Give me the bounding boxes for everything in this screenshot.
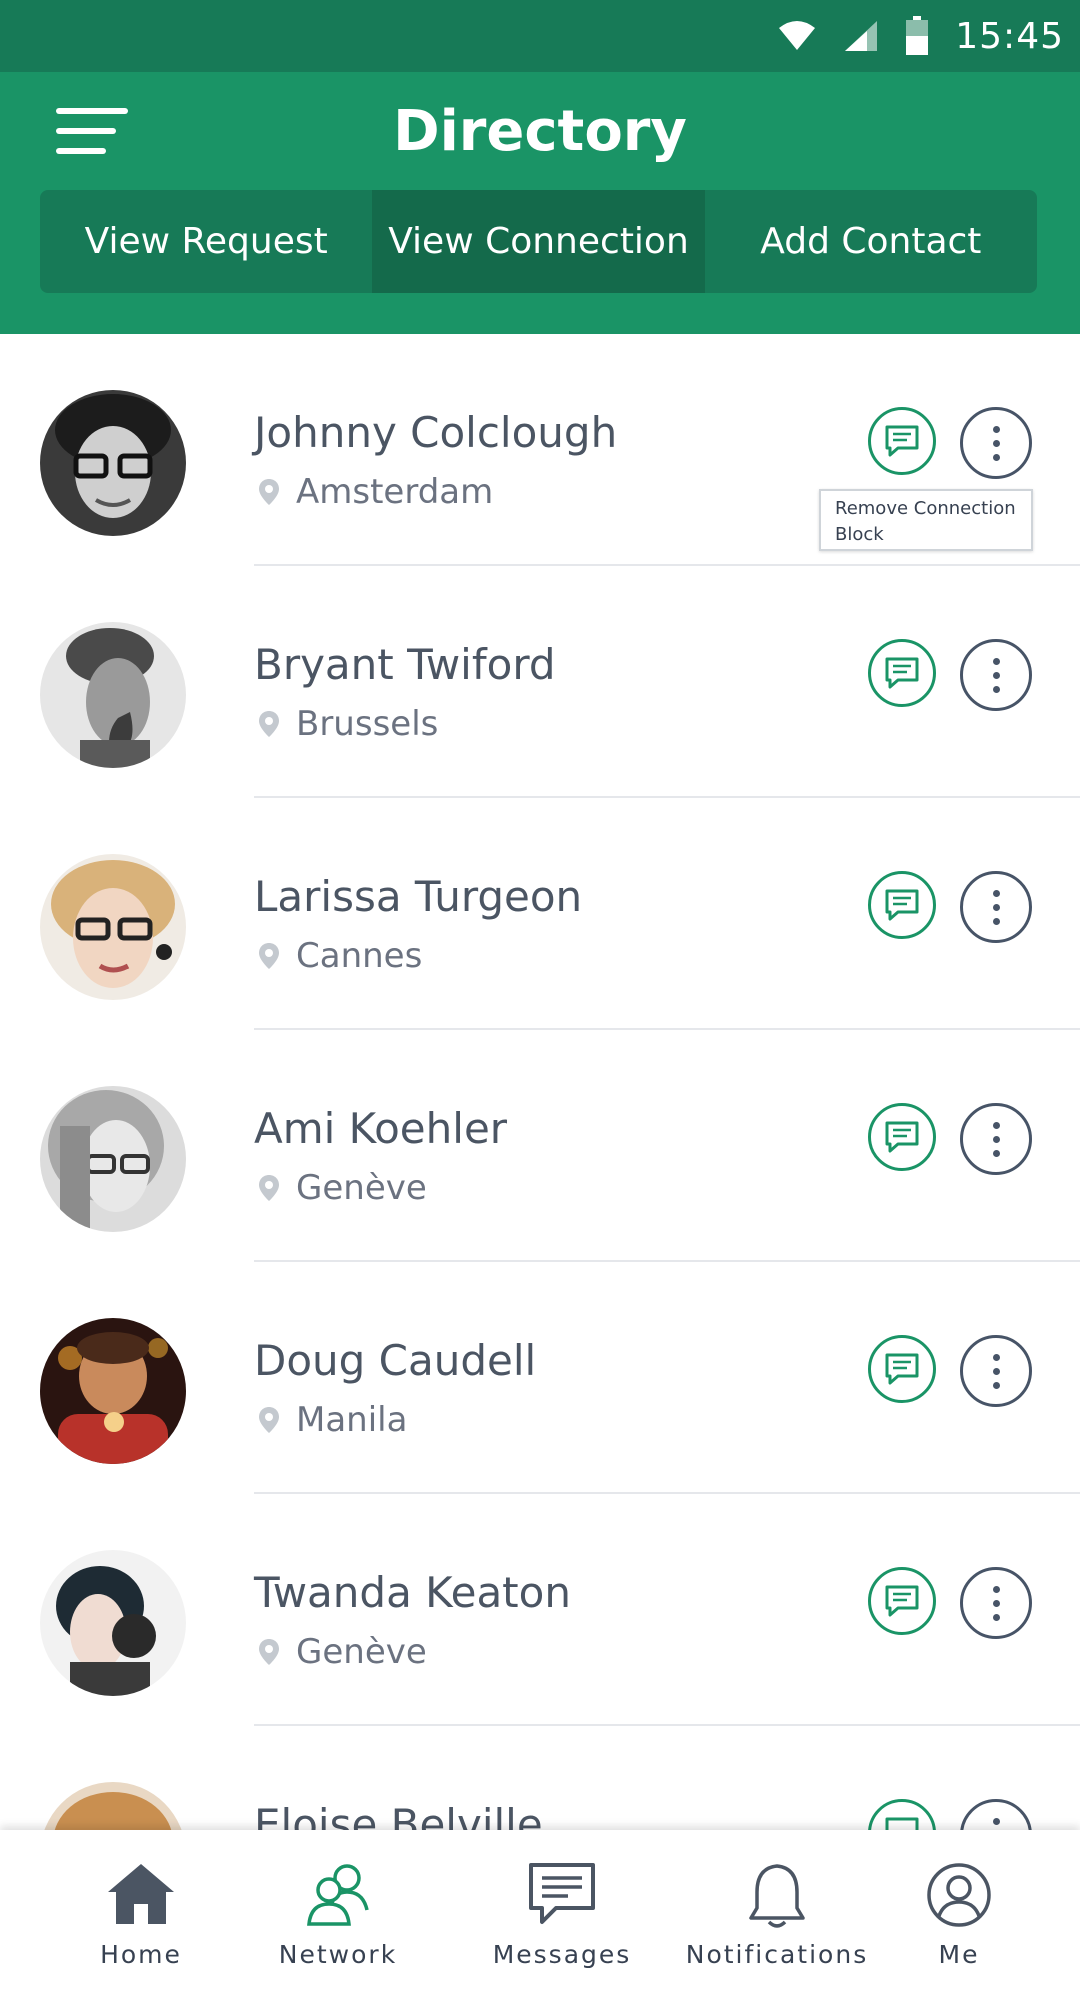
chat-icon [885,889,919,921]
more-options-button[interactable] [960,639,1032,711]
home-icon [108,1864,174,1924]
chat-button[interactable] [868,1567,936,1635]
wifi-icon [779,21,816,50]
chat-icon [885,1121,919,1153]
contact-name: Larissa Turgeon [254,872,583,921]
chat-icon [885,657,919,689]
more-options-button[interactable] [960,1335,1032,1407]
contact-location: Amsterdam [258,472,493,512]
menu-item-remove-connection[interactable]: Remove Connection [835,496,1017,522]
nav-messages[interactable]: Messages [462,1830,662,2000]
more-options-button[interactable] [960,407,1032,479]
profile-icon [927,1863,991,1927]
location-label: Manila [296,1400,408,1440]
chat-button[interactable] [868,407,936,475]
bottom-navigation: Home Network Messages Notifications Me [0,1830,1080,2000]
more-options-button[interactable] [960,1799,1032,1830]
nav-label: Messages [492,1940,632,1969]
nav-network[interactable]: Network [238,1830,438,2000]
context-menu: Remove Connection Block [819,489,1033,551]
tab-add-contact[interactable]: Add Contact [705,190,1037,293]
location-label: Amsterdam [296,472,494,512]
contact-list: Johnny Colclough Amsterdam Remove Connec… [0,334,1080,1830]
chat-button[interactable] [868,639,936,707]
location-label: Genève [296,1632,427,1672]
list-item[interactable]: Johnny Colclough Amsterdam Remove Connec… [0,334,1080,566]
chat-icon [885,1817,919,1830]
nav-label: Home [100,1940,182,1969]
more-options-button[interactable] [960,1103,1032,1175]
app-bar: Directory View Request View Connection A… [0,72,1080,334]
list-item[interactable]: Bryant Twiford Brussels [0,566,1080,798]
location-pin-icon [259,943,279,969]
location-label: Brussels [296,704,439,744]
avatar [40,1782,186,1830]
nav-label: Notifications [685,1940,869,1969]
location-pin-icon [259,711,279,737]
chat-icon [885,1353,919,1385]
more-options-button[interactable] [960,871,1032,943]
chat-icon [885,1585,919,1617]
nav-home[interactable]: Home [41,1830,241,2000]
contact-name: Doug Caudell [254,1336,537,1385]
contact-location: Genève [258,1168,427,1208]
nav-label: Network [278,1940,398,1969]
contact-name: Twanda Keaton [254,1568,571,1617]
network-icon [307,1864,369,1926]
bell-icon [749,1864,805,1928]
avatar [40,622,186,768]
menu-item-block[interactable]: Block [835,522,1017,548]
nav-me[interactable]: Me [859,1830,1059,2000]
segmented-tabs: View Request View Connection Add Contact [40,190,1037,293]
chat-button[interactable] [868,1799,936,1830]
list-item[interactable]: Twanda Keaton Genève [0,1494,1080,1726]
chat-button[interactable] [868,1335,936,1403]
location-pin-icon [259,1639,279,1665]
contact-name: Bryant Twiford [254,640,556,689]
contact-location: Genève [258,1632,427,1672]
location-pin-icon [259,1175,279,1201]
more-options-button[interactable] [960,1567,1032,1639]
avatar [40,390,186,536]
avatar [40,1318,186,1464]
signal-icon [845,21,878,51]
contact-name: Johnny Colclough [254,408,618,457]
list-item[interactable]: Doug Caudell Manila [0,1262,1080,1494]
chat-button[interactable] [868,871,936,939]
location-pin-icon [259,1407,279,1433]
location-pin-icon [259,479,279,505]
page-title: Directory [393,99,687,164]
contact-location: Manila [258,1400,407,1440]
list-item[interactable]: Eloise Belville [0,1726,1080,1830]
battery-icon [906,16,929,55]
chat-button[interactable] [868,1103,936,1171]
avatar [40,1550,186,1696]
list-item[interactable]: Larissa Turgeon Cannes [0,798,1080,1030]
contact-name: Ami Koehler [254,1104,508,1153]
contact-location: Cannes [258,936,422,976]
location-label: Genève [296,1168,427,1208]
avatar [40,1086,186,1232]
nav-notifications[interactable]: Notifications [677,1830,877,2000]
contact-location: Brussels [258,704,438,744]
status-time: 15:45 [955,15,1064,57]
nav-label: Me [938,1940,980,1969]
contact-name: Eloise Belville [254,1800,543,1830]
list-item[interactable]: Ami Koehler Genève [0,1030,1080,1262]
tab-view-request[interactable]: View Request [40,190,372,293]
tab-view-connection[interactable]: View Connection [372,190,705,293]
location-label: Cannes [296,936,423,976]
status-bar: 15:45 [0,0,1080,72]
messages-icon [529,1863,595,1924]
chat-icon [885,425,919,457]
avatar [40,854,186,1000]
